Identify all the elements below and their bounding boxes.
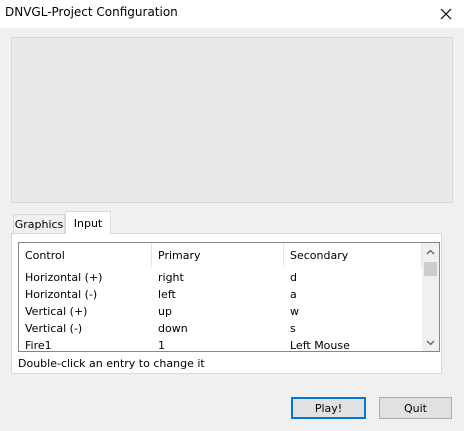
cell-primary: up: [158, 305, 172, 318]
cell-primary: right: [158, 271, 184, 284]
cell-secondary: s: [290, 322, 296, 335]
cell-secondary: w: [290, 305, 299, 318]
cell-control: Horizontal (+): [25, 271, 103, 284]
tab-input-label: Input: [73, 216, 103, 230]
quit-button[interactable]: Quit: [379, 397, 452, 419]
cell-secondary: a: [290, 288, 297, 301]
cell-control: Vertical (+): [25, 305, 88, 318]
input-list-view[interactable]: Control Primary Secondary Horizontal (+)…: [18, 242, 440, 352]
scroll-down-button[interactable]: [422, 334, 439, 351]
list-header: Control Primary Secondary: [19, 243, 422, 267]
close-button[interactable]: [428, 0, 464, 28]
table-row[interactable]: Horizontal (+) right d: [19, 269, 422, 286]
table-row[interactable]: Vertical (-) down s: [19, 320, 422, 337]
tab-input[interactable]: Input: [65, 211, 111, 234]
title-bar[interactable]: DNVGL-Project Configuration: [0, 0, 464, 28]
vertical-scrollbar[interactable]: [422, 243, 439, 351]
table-row[interactable]: Fire1 1 Left Mouse: [19, 337, 422, 352]
cell-control: Fire1: [25, 339, 52, 352]
cell-primary: left: [158, 288, 176, 301]
tab-graphics-label: Graphics: [14, 217, 64, 231]
table-row[interactable]: Vertical (+) up w: [19, 303, 422, 320]
banner-image-area: [11, 37, 453, 203]
cell-control: Horizontal (-): [25, 288, 98, 301]
column-header-secondary[interactable]: Secondary: [284, 243, 422, 267]
cell-secondary: d: [290, 271, 297, 284]
column-header-label: Primary: [158, 248, 201, 262]
cell-control: Vertical (-): [25, 322, 83, 335]
chevron-down-icon: [426, 340, 435, 345]
play-button[interactable]: Play!: [291, 397, 366, 419]
close-icon: [440, 8, 452, 20]
list-rows: Horizontal (+) right d Horizontal (-) le…: [19, 269, 422, 352]
column-header-label: Control: [25, 248, 65, 262]
scroll-up-button[interactable]: [422, 243, 439, 260]
chevron-up-icon: [426, 249, 435, 254]
cell-primary: 1: [158, 339, 165, 352]
table-row[interactable]: Horizontal (-) left a: [19, 286, 422, 303]
column-header-label: Secondary: [290, 248, 349, 262]
cell-secondary: Left Mouse: [290, 339, 350, 352]
column-header-control[interactable]: Control: [19, 243, 152, 267]
column-header-primary[interactable]: Primary: [152, 243, 284, 267]
window-title: DNVGL-Project Configuration: [5, 5, 178, 19]
tab-graphics[interactable]: Graphics: [13, 214, 65, 233]
cell-primary: down: [158, 322, 188, 335]
hint-text: Double-click an entry to change it: [18, 357, 205, 370]
scrollbar-thumb[interactable]: [424, 262, 437, 276]
